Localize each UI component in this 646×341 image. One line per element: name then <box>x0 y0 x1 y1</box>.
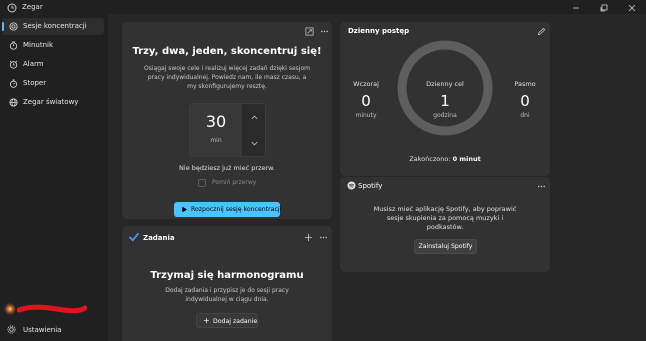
add-task-icon-button[interactable] <box>302 231 314 243</box>
sidebar-item-stopwatch[interactable]: Stoper <box>2 75 104 92</box>
yesterday-unit: minuty <box>355 112 377 119</box>
daily-goal-unit: godzina <box>433 112 457 119</box>
skip-breaks-checkbox[interactable]: Pomiń przerwy <box>198 178 268 188</box>
sidebar-item-alarm[interactable]: Alarm <box>2 56 104 73</box>
sidebar-item-label: Minutnik <box>23 41 54 49</box>
spotify-more-options-button[interactable] <box>535 180 547 192</box>
clock-app-icon <box>7 3 17 13</box>
increase-duration-button[interactable] <box>243 104 266 130</box>
tasks-description: Dodaj zadania i przypisz je do sesji pra… <box>165 287 289 303</box>
start-focus-session-button[interactable]: Rozpocznij sesję koncentracji <box>174 202 282 217</box>
install-spotify-button[interactable]: Zainstaluj Spotify <box>414 239 477 254</box>
account-profile[interactable] <box>4 303 104 317</box>
sidebar: Sesje koncentracji Minutnik Alarm Stoper… <box>0 14 108 341</box>
avatar <box>4 303 16 315</box>
sidebar-item-world-clock[interactable]: Zegar światowy <box>2 94 104 111</box>
more-options-button[interactable] <box>318 25 330 37</box>
main-content: Trzy, dwa, jeden, skoncentruj się! Osiąg… <box>108 14 646 341</box>
completed-summary: Zakończono: 0 minut <box>340 155 550 163</box>
daily-goal-value: 1 <box>440 92 450 110</box>
plus-icon <box>304 233 312 241</box>
compact-view-button[interactable] <box>303 25 315 37</box>
break-info-text: Nie będziesz już mieć przerw. <box>179 164 275 172</box>
restore-icon <box>600 4 608 12</box>
alarm-icon <box>9 60 18 69</box>
sidebar-item-label: Sesje koncentracji <box>23 22 87 30</box>
duration-unit: min <box>210 137 222 144</box>
window-title: Zegar <box>22 3 43 11</box>
tasks-title: Zadania <box>143 234 175 242</box>
minimize-icon <box>573 7 579 9</box>
sidebar-item-label: Alarm <box>23 60 44 68</box>
gear-icon <box>7 325 16 334</box>
tasks-more-options-button[interactable] <box>317 231 329 243</box>
start-button-label: Rozpocznij sesję koncentracji <box>191 206 282 213</box>
daily-goal-progress-ring <box>397 40 493 136</box>
duration-picker[interactable]: 30 min <box>189 103 266 157</box>
pencil-icon <box>537 27 545 35</box>
more-icon <box>320 30 328 32</box>
close-icon <box>628 4 636 12</box>
more-icon <box>319 236 327 238</box>
timer-icon <box>9 41 18 50</box>
chevron-up-icon <box>251 115 258 119</box>
sidebar-item-label: Stoper <box>23 79 47 87</box>
add-task-label: Dodaj zadanie <box>213 318 258 325</box>
focus-title: Trzy, dwa, jeden, skoncentruj się! <box>132 46 322 57</box>
yesterday-label: Wczoraj <box>353 80 379 88</box>
daily-progress-title: Dzienny postęp <box>348 27 410 35</box>
sidebar-item-label: Zegar światowy <box>23 98 79 106</box>
plus-icon: + <box>203 316 210 325</box>
focus-description: Osiągaj swoje cele i realizuj więcej zad… <box>144 65 310 90</box>
spotify-title: Spotify <box>358 182 383 190</box>
tasks-card: Zadania Trzymaj się harmonogramu Dodaj z… <box>122 226 332 341</box>
checkbox-box[interactable] <box>198 179 206 187</box>
streak-unit: dni <box>520 112 530 119</box>
focus-session-card: Trzy, dwa, jeden, skoncentruj się! Osiąg… <box>122 22 332 219</box>
daily-progress-card: Dzienny postęp Wczoraj 0 minuty Dzienny … <box>340 22 550 176</box>
settings-button[interactable]: Ustawienia <box>2 322 104 337</box>
sidebar-item-timer[interactable]: Minutnik <box>2 37 104 54</box>
streak-label: Pasmo <box>514 80 536 88</box>
completed-label: Zakończono: <box>409 155 451 163</box>
chevron-down-icon <box>251 141 258 145</box>
globe-icon <box>9 98 18 107</box>
streak-value: 0 <box>520 92 530 110</box>
edit-goals-button[interactable] <box>535 25 547 37</box>
tasks-heading: Trzymaj się harmonogramu <box>150 270 304 281</box>
spotify-logo-icon <box>347 181 356 190</box>
todo-checkmark-icon <box>129 232 139 242</box>
focus-sessions-icon <box>9 22 18 31</box>
play-icon <box>182 206 188 213</box>
skip-breaks-label: Pomiń przerwy <box>212 179 257 186</box>
settings-label: Ustawienia <box>23 326 62 334</box>
add-task-button[interactable]: + Dodaj zadanie <box>196 313 258 328</box>
spotify-card: Spotify Musisz mieć aplikację Spotify, a… <box>340 177 550 272</box>
stopwatch-icon <box>9 79 18 88</box>
duration-value: 30 <box>205 112 227 131</box>
yesterday-value: 0 <box>361 92 371 110</box>
compact-overlay-icon <box>305 27 313 35</box>
spotify-message: Musisz mieć aplikację Spotify, aby popra… <box>373 205 517 231</box>
duration-display[interactable]: 30 min <box>190 104 242 156</box>
completed-value: 0 minut <box>452 155 481 163</box>
decrease-duration-button[interactable] <box>243 130 266 156</box>
daily-goal-label: Dzienny cel <box>426 80 464 88</box>
redacted-username <box>17 304 87 314</box>
sidebar-item-focus-sessions[interactable]: Sesje koncentracji <box>2 18 104 35</box>
more-icon <box>537 185 545 187</box>
